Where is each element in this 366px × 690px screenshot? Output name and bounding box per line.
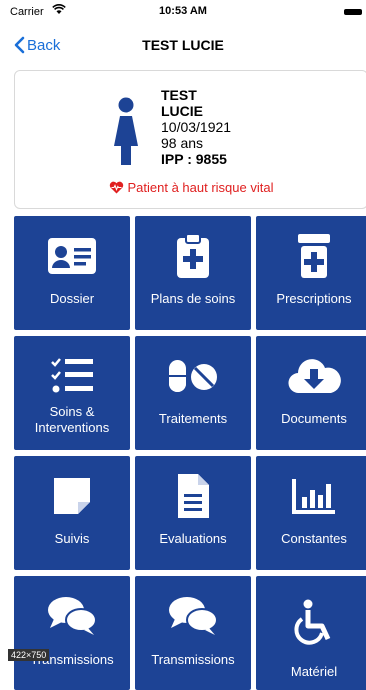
tile-label: Traitements xyxy=(158,411,228,426)
checklist-icon xyxy=(14,354,130,398)
tile-label: Plans de soins xyxy=(150,291,236,306)
heartbeat-icon xyxy=(109,181,123,194)
patient-first-name: LUCIE xyxy=(161,103,203,119)
patient-card[interactable]: TEST LUCIE 10/03/1921 98 ans IPP : 9855 … xyxy=(14,70,366,209)
tile-traitements[interactable]: Traitements xyxy=(135,336,251,450)
tile-label: Dossier xyxy=(49,291,95,306)
patient-birth-date: 10/03/1921 xyxy=(161,119,232,135)
battery-icon xyxy=(344,9,362,15)
risk-alert-text: Patient à haut risque vital xyxy=(127,180,274,195)
tile-documents[interactable]: Documents xyxy=(256,336,366,450)
document-icon xyxy=(135,474,251,518)
tile-prescriptions[interactable]: Prescriptions xyxy=(256,216,366,330)
patient-info: TEST LUCIE 10/03/1921 98 ans IPP : 9855 xyxy=(161,87,231,167)
clipboard-medical-icon xyxy=(135,233,251,278)
tile-label: Prescriptions xyxy=(276,291,352,306)
risk-alert: Patient à haut risque vital xyxy=(15,180,366,195)
tile-label: Documents xyxy=(281,411,347,426)
status-bar: Carrier 10:53 AM xyxy=(0,0,366,22)
tile-label: Matériel xyxy=(290,664,338,679)
patient-last-name: TEST xyxy=(161,87,197,103)
tile-soins-interventions[interactable]: Soins & Interventions xyxy=(14,336,130,450)
tile-dossier[interactable]: Dossier xyxy=(14,216,130,330)
tile-constantes[interactable]: Constantes xyxy=(256,456,366,570)
bar-chart-icon xyxy=(256,474,366,518)
page-title: TEST LUCIE xyxy=(142,37,224,53)
tile-transmissions-2[interactable]: Transmissions xyxy=(135,576,251,690)
tile-evaluations[interactable]: Evaluations xyxy=(135,456,251,570)
id-card-icon xyxy=(14,234,130,278)
navigation-bar: Back TEST LUCIE xyxy=(0,28,366,62)
patient-avatar-icon xyxy=(109,97,143,170)
tile-transmissions[interactable]: Transmissions xyxy=(14,576,130,690)
pill-bottle-icon xyxy=(256,234,366,278)
patient-ipp: IPP : 9855 xyxy=(161,151,227,167)
tile-materiel[interactable]: Matériel xyxy=(256,576,366,690)
tile-label: Suivis xyxy=(54,531,90,546)
tile-label: Evaluations xyxy=(159,531,227,546)
chat-bubbles-icon xyxy=(14,594,130,638)
tile-plans-de-soins[interactable]: Plans de soins xyxy=(135,216,251,330)
patient-age: 98 ans xyxy=(161,135,204,151)
tile-label: Constantes xyxy=(281,531,347,546)
clock: 10:53 AM xyxy=(159,5,207,17)
wheelchair-icon xyxy=(256,599,366,645)
chat-bubbles-icon xyxy=(135,594,251,638)
cloud-download-icon xyxy=(256,354,366,398)
tile-label: Soins & Interventions xyxy=(34,404,110,435)
size-badge: 422×750 xyxy=(8,649,50,661)
tile-label: Transmissions xyxy=(151,652,235,667)
sticky-note-icon xyxy=(14,474,130,518)
pills-icon xyxy=(135,354,251,398)
tile-suivis[interactable]: Suivis xyxy=(14,456,130,570)
